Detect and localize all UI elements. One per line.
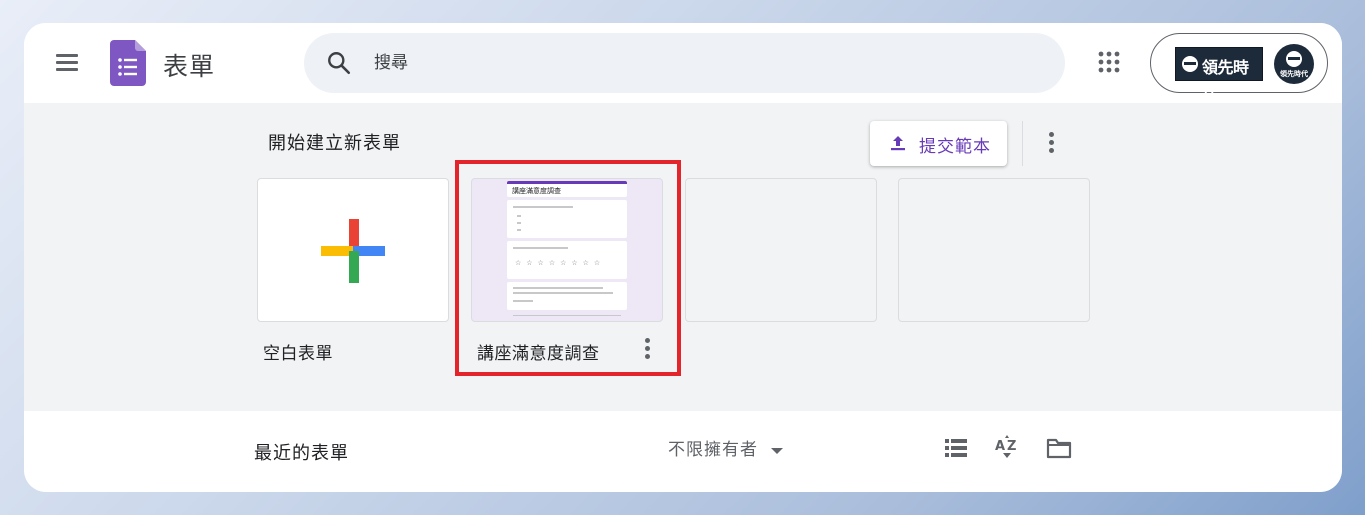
search-bar[interactable]: [304, 33, 1065, 93]
svg-text:A: A: [995, 439, 1005, 454]
upload-icon: [891, 136, 905, 151]
app-title: 表單: [163, 52, 216, 81]
more-vert-icon: [1049, 132, 1054, 137]
app-window: 表單 領先時代: [24, 23, 1342, 492]
recent-forms-section: 最近的表單 不限擁有者 A Z: [24, 411, 1342, 492]
account-switcher[interactable]: 領先時代 領先時代: [1150, 33, 1328, 101]
template-card-placeholder-3[interactable]: [685, 178, 877, 322]
gallery-more-button[interactable]: [1042, 129, 1062, 157]
apps-grid-icon[interactable]: [1098, 51, 1120, 73]
avatar-text: 領先時代: [1280, 70, 1308, 78]
highlight-box: [455, 160, 681, 376]
main-menu-button[interactable]: [54, 51, 80, 73]
top-header: 表單 領先時代: [24, 23, 1342, 103]
template-card-placeholder-4[interactable]: [898, 178, 1090, 322]
sort-az-icon[interactable]: A Z: [994, 435, 1020, 461]
caret-down-icon: [771, 447, 784, 454]
recent-forms-title: 最近的表單: [254, 443, 349, 464]
owner-filter-label: 不限擁有者: [668, 440, 758, 460]
search-icon[interactable]: [326, 50, 352, 76]
folder-icon[interactable]: [1046, 435, 1072, 461]
template-gallery: 開始建立新表單 提交範本 空白表單 講座滿意度調查 ☆☆☆☆☆☆☆☆ 講座滿意度…: [24, 103, 1342, 411]
search-input[interactable]: [374, 47, 1034, 79]
brand-logo: 領先時代: [1175, 47, 1263, 101]
plus-icon: [321, 219, 385, 283]
avatar-face-icon: [1286, 51, 1302, 67]
submit-template-button[interactable]: 提交範本: [870, 121, 1007, 166]
blank-form-card[interactable]: [257, 178, 449, 322]
menu-icon: [56, 54, 78, 57]
gallery-title: 開始建立新表單: [268, 133, 401, 154]
list-view-icon[interactable]: [943, 435, 969, 461]
forms-logo-icon[interactable]: [110, 40, 146, 86]
avatar[interactable]: 領先時代: [1274, 44, 1314, 84]
svg-text:Z: Z: [1007, 439, 1016, 454]
divider: [1022, 121, 1023, 166]
submit-template-label: 提交範本: [919, 137, 991, 157]
blank-form-label[interactable]: 空白表單: [263, 339, 333, 364]
brand-face-icon: [1182, 56, 1198, 72]
brand-name: 領先時代: [1202, 58, 1249, 101]
owner-filter-dropdown[interactable]: 不限擁有者: [668, 435, 784, 460]
